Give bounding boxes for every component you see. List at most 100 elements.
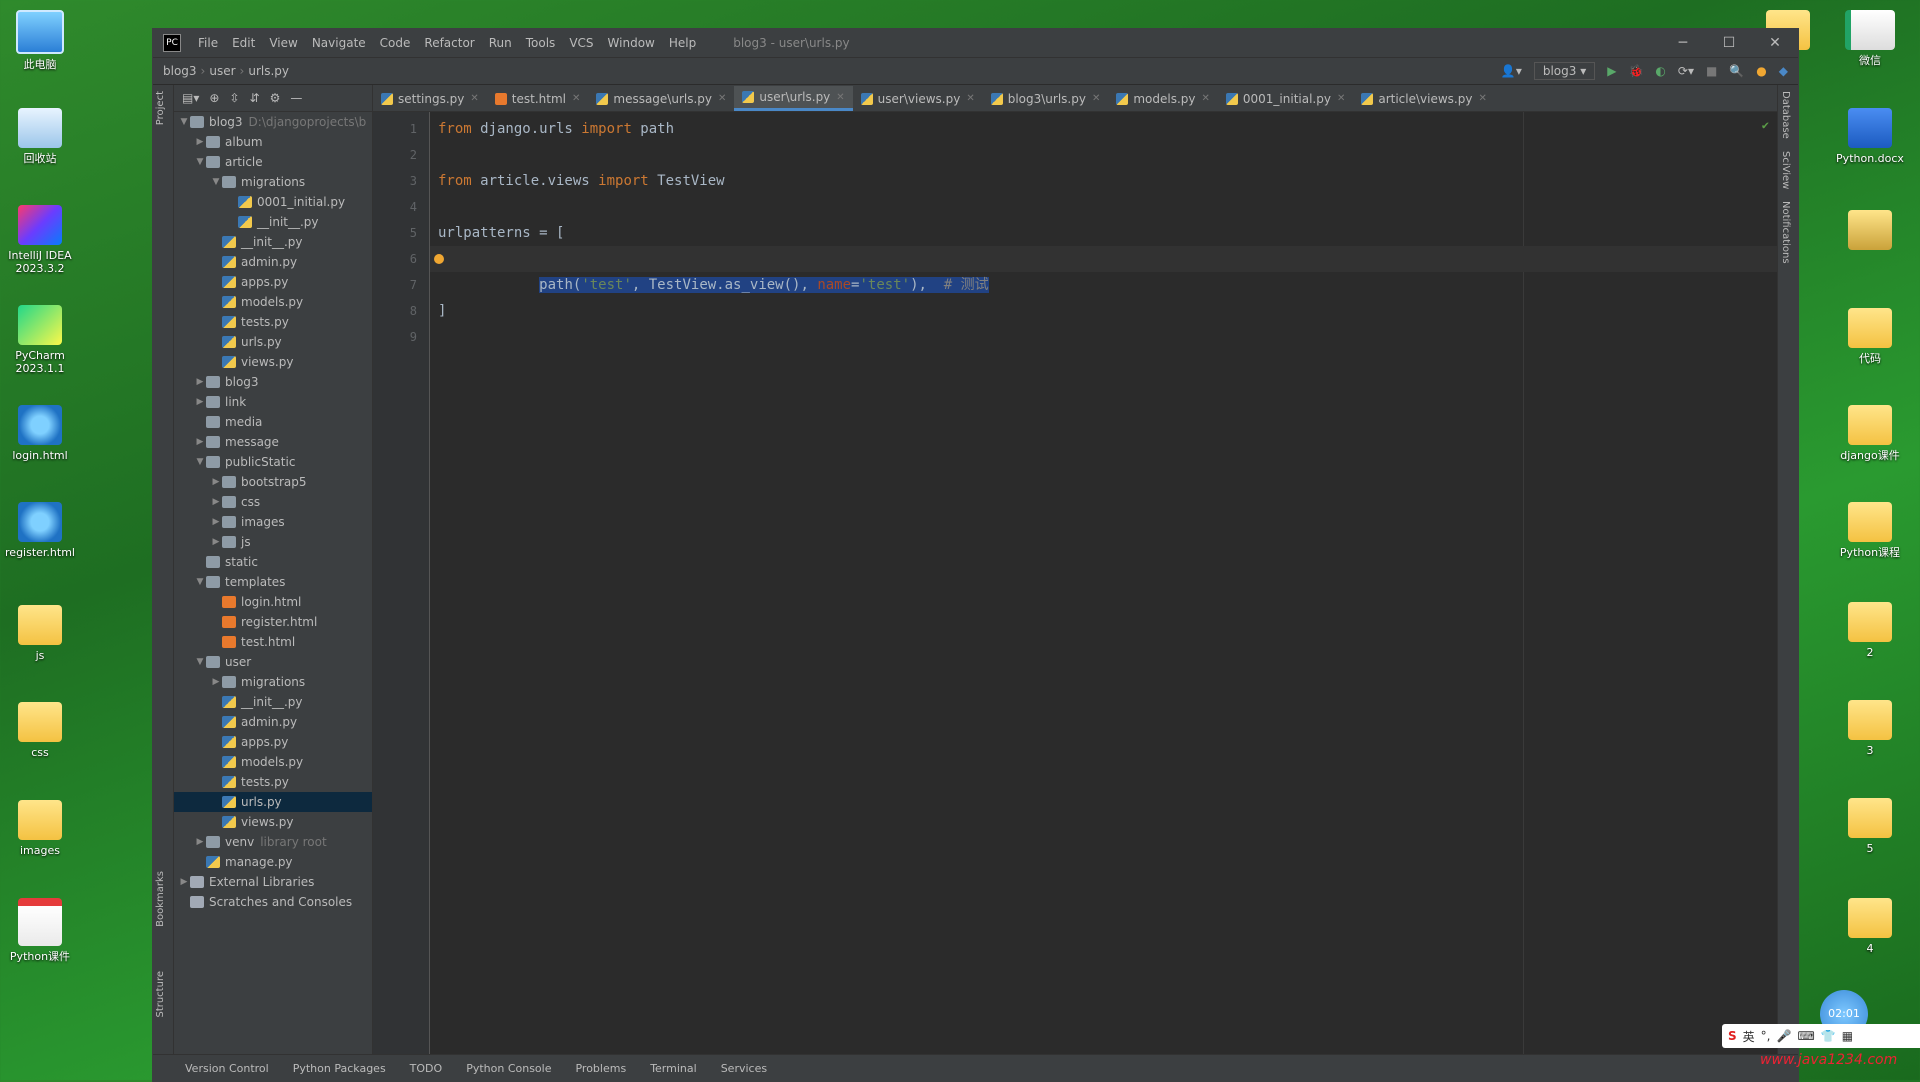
- close-icon[interactable]: ✕: [1752, 35, 1798, 51]
- chevron-down-icon[interactable]: ▼: [194, 457, 206, 467]
- tree-item[interactable]: __init__.py: [174, 232, 372, 252]
- tree-item[interactable]: media: [174, 412, 372, 432]
- stop-icon[interactable]: ■: [1706, 64, 1717, 78]
- tool-tab-sciview[interactable]: SciView: [1778, 145, 1793, 195]
- tree-item[interactable]: test.html: [174, 632, 372, 652]
- desktop-icon-word-doc[interactable]: Python.docx: [1830, 108, 1910, 165]
- tool-version-control[interactable]: Version Control: [185, 1062, 269, 1075]
- tree-item[interactable]: urls.py: [174, 332, 372, 352]
- desktop-icon-folder-3[interactable]: 3: [1830, 700, 1910, 757]
- tree-item[interactable]: tests.py: [174, 312, 372, 332]
- chevron-right-icon[interactable]: ▶: [210, 497, 222, 507]
- desktop-icon-css[interactable]: css: [0, 702, 80, 759]
- skin-icon[interactable]: 👕: [1821, 1029, 1836, 1043]
- desktop-icon-recycle-bin[interactable]: 回收站: [0, 108, 80, 165]
- tree-item[interactable]: Scratches and Consoles: [174, 892, 372, 912]
- desktop-icon-django-folder[interactable]: django课件: [1830, 405, 1910, 462]
- tree-item[interactable]: ▶ blog3: [174, 372, 372, 392]
- tree-item[interactable]: ▶ images: [174, 512, 372, 532]
- chevron-right-icon[interactable]: ▶: [194, 397, 206, 407]
- debug-icon[interactable]: 🐞: [1628, 64, 1643, 78]
- breadcrumb-file[interactable]: urls.py: [244, 64, 293, 78]
- menu-file[interactable]: File: [191, 36, 225, 50]
- tree-item[interactable]: ▶ js: [174, 532, 372, 552]
- tree-item[interactable]: __init__.py: [174, 692, 372, 712]
- coverage-icon[interactable]: ◐: [1655, 64, 1665, 78]
- chevron-right-icon[interactable]: ▶: [210, 537, 222, 547]
- locate-icon[interactable]: ⊕: [209, 91, 219, 105]
- close-tab-icon[interactable]: ✕: [1202, 93, 1210, 104]
- tool-problems[interactable]: Problems: [575, 1062, 626, 1075]
- menu-tools[interactable]: Tools: [519, 36, 563, 50]
- tree-item[interactable]: ▼ migrations: [174, 172, 372, 192]
- breadcrumb-project[interactable]: blog3: [153, 64, 201, 78]
- tree-item[interactable]: ▼ templates: [174, 572, 372, 592]
- editor-tab[interactable]: test.html ✕: [487, 86, 589, 111]
- tool-tab-structure[interactable]: Structure: [153, 965, 168, 1024]
- close-tab-icon[interactable]: ✕: [966, 93, 974, 104]
- tree-item[interactable]: ▶ message: [174, 432, 372, 452]
- tree-item[interactable]: apps.py: [174, 732, 372, 752]
- tree-item[interactable]: ▶ album: [174, 132, 372, 152]
- lightbulb-icon[interactable]: [434, 254, 444, 264]
- tree-item[interactable]: ▼ blog3 D:\djangoprojects\b: [174, 112, 372, 132]
- tree-item[interactable]: login.html: [174, 592, 372, 612]
- plugin-icon[interactable]: ◆: [1779, 64, 1788, 78]
- expand-all-icon[interactable]: ⇳: [229, 91, 239, 105]
- editor-tab[interactable]: blog3\urls.py ✕: [983, 86, 1109, 111]
- close-tab-icon[interactable]: ✕: [572, 93, 580, 104]
- profile-icon[interactable]: ⟳▾: [1678, 64, 1694, 78]
- tree-item[interactable]: ▶ migrations: [174, 672, 372, 692]
- desktop-icon-intellij[interactable]: IntelliJ IDEA 2023.3.2: [0, 205, 80, 275]
- editor-tab[interactable]: message\urls.py ✕: [588, 86, 734, 111]
- tree-item[interactable]: ▼ publicStatic: [174, 452, 372, 472]
- code-editor[interactable]: 1 2 3 4 5 6 7 8 9 ✔ from django.urls import path…: [373, 112, 1777, 1055]
- hide-icon[interactable]: —: [290, 91, 302, 105]
- tree-item[interactable]: 0001_initial.py: [174, 192, 372, 212]
- editor-tab[interactable]: user\views.py ✕: [853, 86, 983, 111]
- updates-icon[interactable]: ●: [1756, 64, 1766, 78]
- chevron-right-icon[interactable]: ▶: [210, 477, 222, 487]
- desktop-icon-register-html[interactable]: register.html: [0, 502, 80, 559]
- user-icon[interactable]: 👤▾: [1501, 64, 1522, 78]
- tool-services[interactable]: Services: [721, 1062, 767, 1075]
- tree-item[interactable]: views.py: [174, 352, 372, 372]
- desktop-icon-folder-2[interactable]: 2: [1830, 602, 1910, 659]
- chevron-right-icon[interactable]: ▶: [194, 377, 206, 387]
- tree-item[interactable]: manage.py: [174, 852, 372, 872]
- tree-item[interactable]: models.py: [174, 752, 372, 772]
- desktop-icon-python-pdf[interactable]: Python课件: [0, 898, 80, 963]
- menu-window[interactable]: Window: [601, 36, 662, 50]
- tree-item[interactable]: models.py: [174, 292, 372, 312]
- tree-item[interactable]: views.py: [174, 812, 372, 832]
- tree-item[interactable]: ▶ link: [174, 392, 372, 412]
- tool-tab-project[interactable]: Project: [153, 85, 168, 131]
- desktop-icon-pycharm[interactable]: PyCharm 2023.1.1: [0, 305, 80, 375]
- chevron-down-icon[interactable]: ▼: [194, 657, 206, 667]
- menu-edit[interactable]: Edit: [225, 36, 262, 50]
- close-tab-icon[interactable]: ✕: [1092, 93, 1100, 104]
- tree-item[interactable]: __init__.py: [174, 212, 372, 232]
- editor-tab[interactable]: 0001_initial.py ✕: [1218, 86, 1353, 111]
- close-tab-icon[interactable]: ✕: [836, 92, 844, 103]
- desktop-icon-code-folder[interactable]: 代码: [1830, 308, 1910, 365]
- tool-python-packages[interactable]: Python Packages: [293, 1062, 386, 1075]
- menu-code[interactable]: Code: [373, 36, 418, 50]
- run-icon[interactable]: ▶: [1607, 64, 1616, 78]
- chevron-down-icon[interactable]: ▼: [210, 177, 222, 187]
- tree-item[interactable]: ▶ venv library root: [174, 832, 372, 852]
- desktop-icon-js[interactable]: js: [0, 605, 80, 662]
- close-tab-icon[interactable]: ✕: [470, 93, 478, 104]
- editor-tab[interactable]: models.py ✕: [1108, 86, 1218, 111]
- chevron-right-icon[interactable]: ▶: [178, 877, 190, 887]
- desktop-icon-python-folder[interactable]: Python课程: [1830, 502, 1910, 559]
- editor-tab[interactable]: settings.py ✕: [373, 86, 487, 111]
- close-tab-icon[interactable]: ✕: [718, 93, 726, 104]
- close-tab-icon[interactable]: ✕: [1478, 93, 1486, 104]
- menu-navigate[interactable]: Navigate: [305, 36, 373, 50]
- tree-item[interactable]: ▼ article: [174, 152, 372, 172]
- chevron-right-icon[interactable]: ▶: [210, 677, 222, 687]
- tool-tab-notifications[interactable]: Notifications: [1778, 195, 1793, 270]
- desktop-icon-folder-5[interactable]: 5: [1830, 798, 1910, 855]
- tree-item[interactable]: ▶ External Libraries: [174, 872, 372, 892]
